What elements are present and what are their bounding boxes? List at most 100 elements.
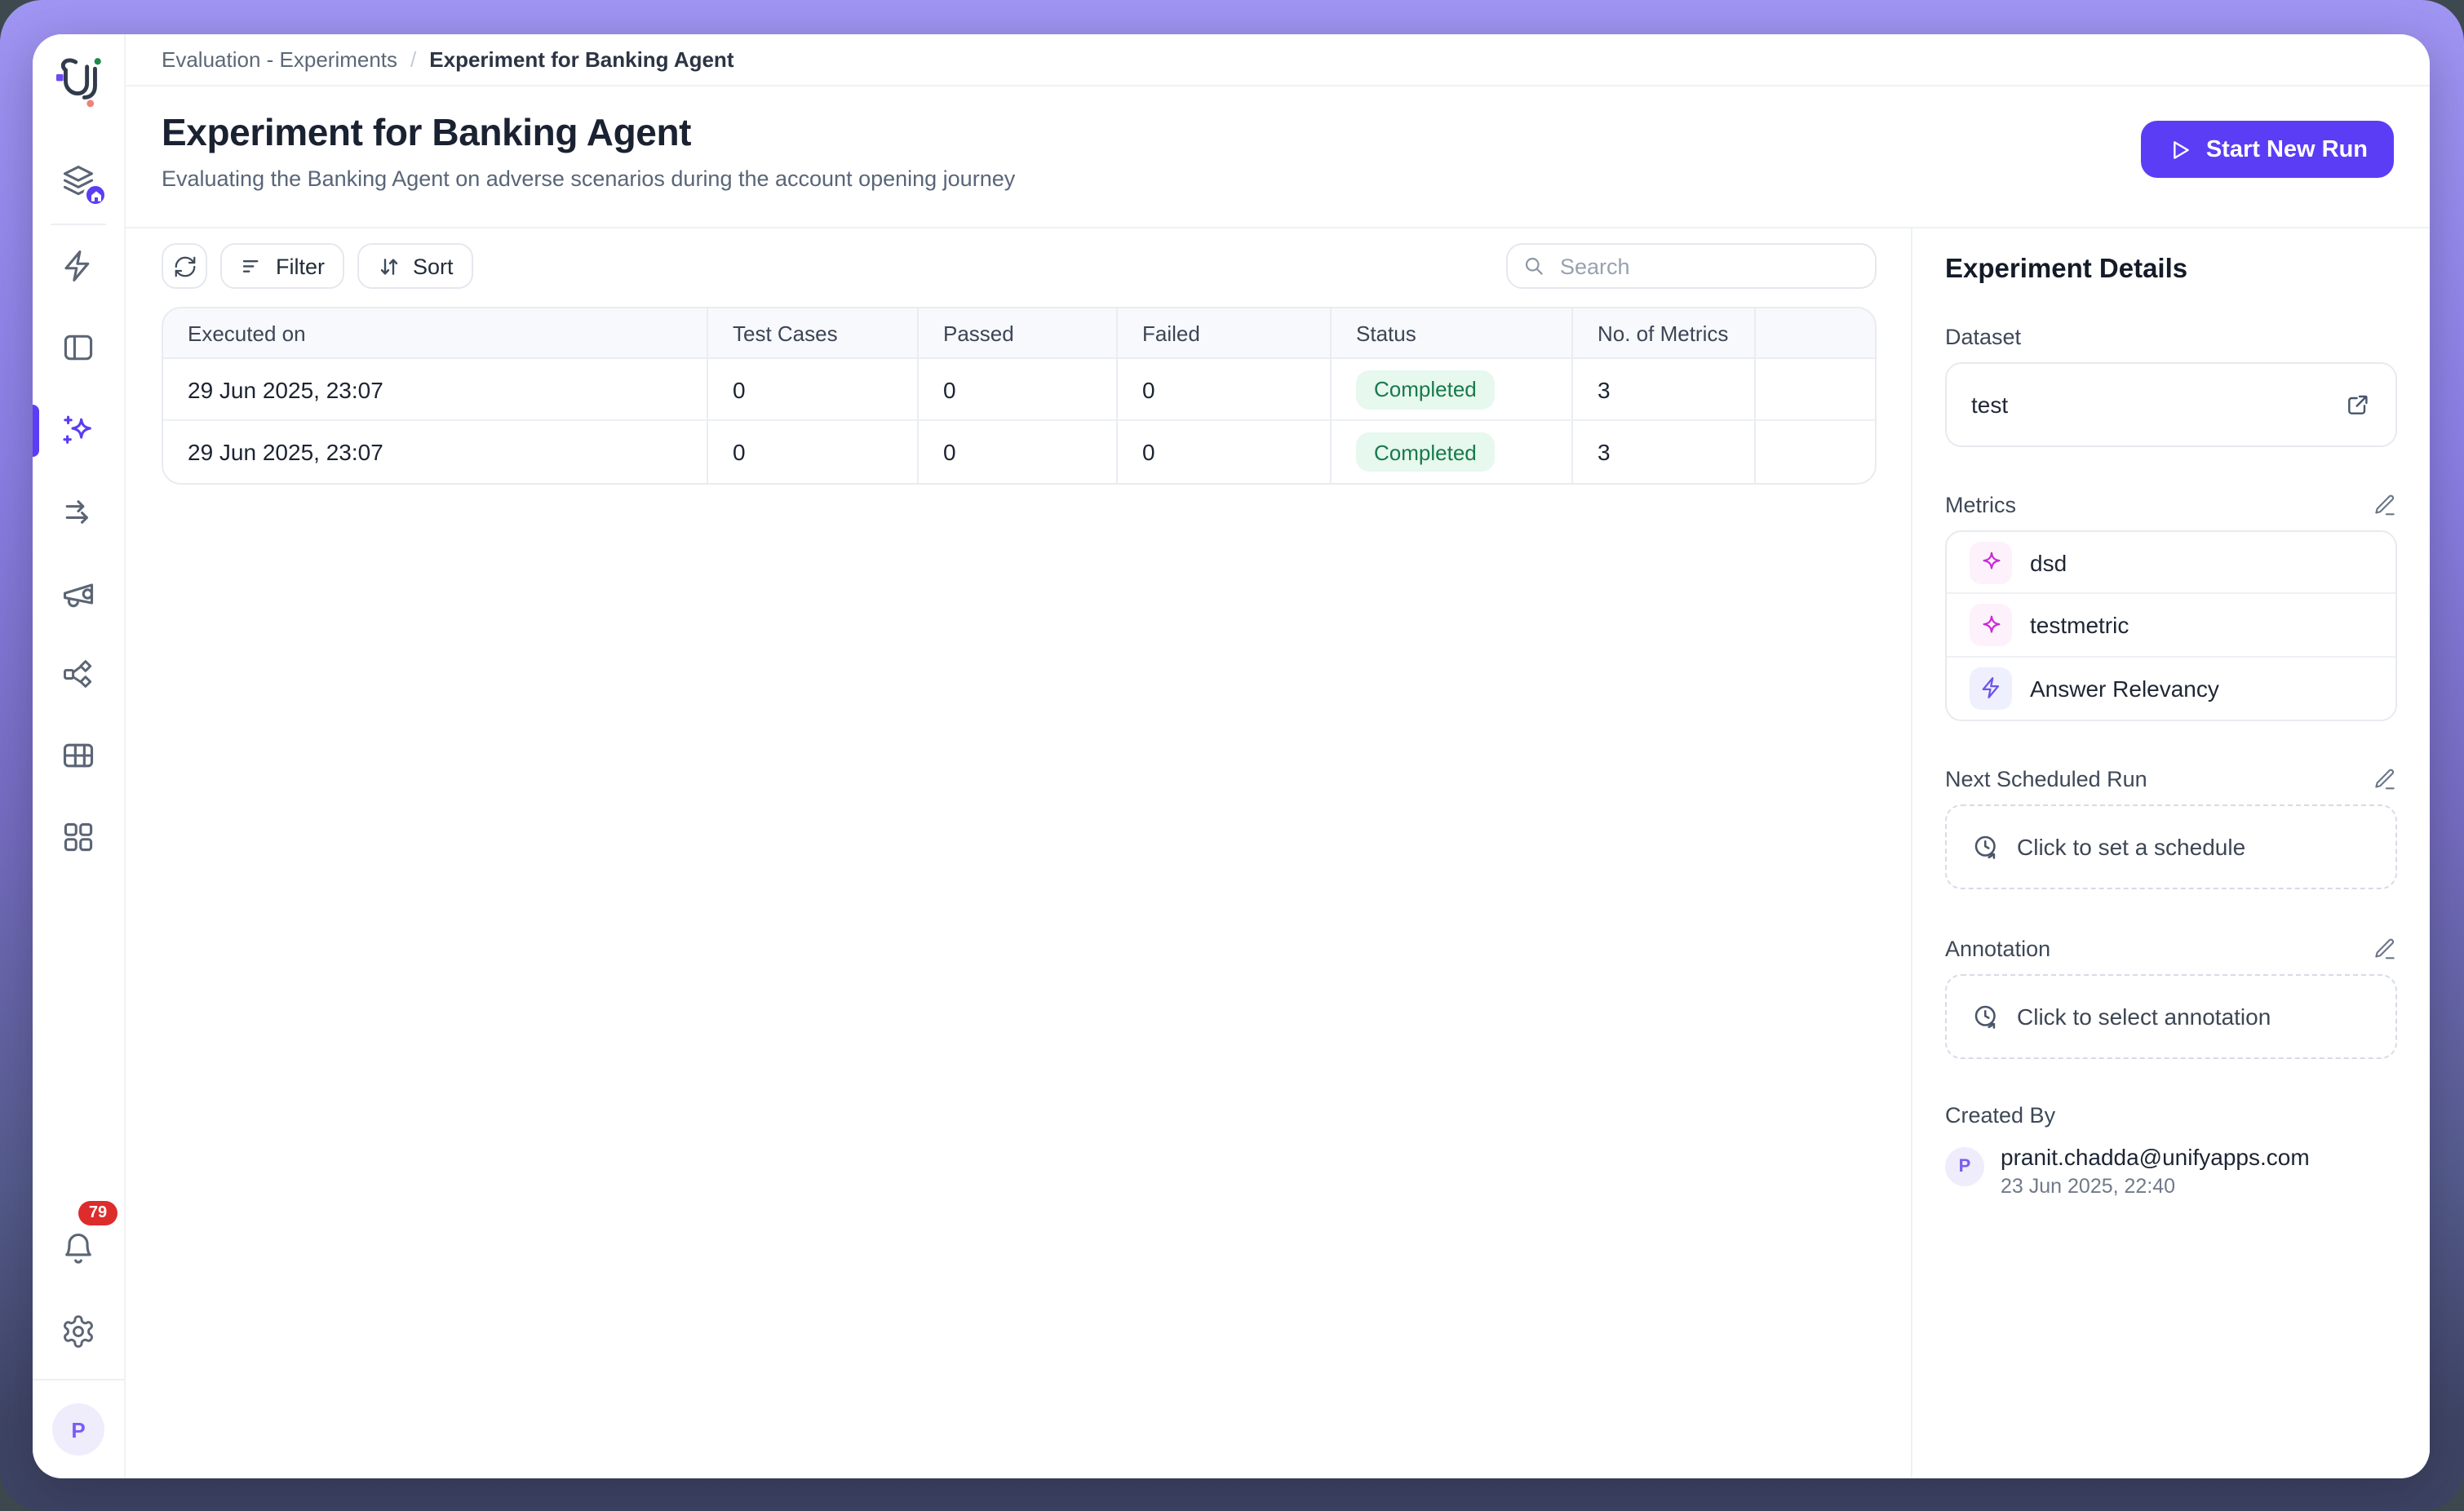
sort-button[interactable]: Sort: [357, 243, 473, 289]
col-passed: Passed: [919, 308, 1118, 359]
home-badge-icon: [83, 183, 108, 207]
runs-toolbar: Filter Sort: [162, 243, 1877, 289]
sparkle-star-icon: [1970, 541, 2012, 583]
set-schedule-button[interactable]: Click to set a schedule: [1945, 804, 2397, 889]
status-badge: Completed: [1356, 432, 1495, 472]
arrows-right-icon: [60, 494, 96, 530]
set-schedule-text: Click to set a schedule: [2017, 834, 2245, 860]
status-badge: Completed: [1356, 370, 1495, 409]
col-no-of-metrics: No. of Metrics: [1573, 308, 1756, 359]
metric-item[interactable]: Answer Relevancy: [1947, 658, 2395, 720]
sort-arrows-icon: [377, 254, 401, 278]
metrics-card: dsd testmetric: [1945, 530, 2397, 721]
cell-failed: 0: [1118, 421, 1332, 483]
refresh-icon: [172, 254, 197, 278]
breadcrumb-separator: /: [410, 47, 416, 72]
zap-icon: [60, 248, 96, 284]
sidebar-bottom-divider: [33, 1379, 124, 1380]
external-link-icon[interactable]: [2345, 392, 2371, 418]
cell-actions: [1756, 421, 1875, 483]
sidebar-item-ai-evaluation[interactable]: [60, 413, 96, 449]
refresh-button[interactable]: [162, 243, 207, 289]
start-new-run-label: Start New Run: [2206, 136, 2368, 162]
user-avatar[interactable]: P: [52, 1403, 104, 1456]
col-actions: [1756, 308, 1875, 359]
megaphone-icon: [60, 576, 96, 612]
search-box: [1506, 243, 1877, 289]
unify-logo-icon: [49, 51, 108, 110]
creator-date: 23 Jun 2025, 22:40: [2001, 1175, 2310, 1198]
app-window: 79 P Evaluation - E: [33, 34, 2430, 1478]
edit-metrics-icon[interactable]: [2373, 493, 2397, 517]
page-subtitle: Evaluating the Banking Agent on adverse …: [162, 166, 2394, 191]
metric-item[interactable]: dsd: [1947, 532, 2395, 595]
cell-metrics: 3: [1573, 359, 1756, 421]
bolt-icon: [1970, 667, 2012, 710]
filter-lines-icon: [240, 254, 264, 278]
notification-count-badge: 79: [78, 1201, 117, 1225]
cell-executed-on: 29 Jun 2025, 23:07: [163, 421, 708, 483]
sidebar-item-interfaces[interactable]: [60, 330, 96, 366]
cell-passed: 0: [919, 421, 1118, 483]
creator-avatar: P: [1945, 1147, 1984, 1186]
breadcrumb-current: Experiment for Banking Agent: [429, 47, 733, 72]
col-failed: Failed: [1118, 308, 1332, 359]
dataset-value: test: [1971, 392, 2008, 418]
start-new-run-button[interactable]: Start New Run: [2141, 121, 2394, 178]
panel-layout-icon: [60, 330, 96, 366]
search-icon: [1522, 255, 1545, 277]
col-executed-on: Executed on: [163, 308, 708, 359]
content-split: Filter Sort: [126, 228, 2430, 1478]
notifications-button[interactable]: [60, 1230, 96, 1266]
runs-table: Executed on Test Cases Passed Failed Sta…: [162, 307, 1877, 485]
cell-test-cases: 0: [708, 359, 919, 421]
cell-actions: [1756, 359, 1875, 421]
search-input[interactable]: [1557, 252, 1860, 280]
active-nav-indicator: [33, 405, 39, 457]
annotation-label: Annotation: [1945, 937, 2050, 961]
sidebar-item-workspace[interactable]: [60, 163, 96, 199]
data-table-icon: [60, 738, 96, 773]
app-logo[interactable]: [49, 51, 108, 118]
settings-button[interactable]: [60, 1314, 96, 1349]
metric-name: Answer Relevancy: [2030, 676, 2219, 702]
clock-annotation-icon: [1971, 1002, 2001, 1031]
sidebar-item-automations[interactable]: [60, 248, 96, 284]
next-scheduled-run-label: Next Scheduled Run: [1945, 767, 2147, 791]
select-annotation-text: Click to select annotation: [2017, 1004, 2271, 1030]
sidebar-divider: [51, 224, 106, 225]
experiment-details-panel: Experiment Details Dataset test: [1911, 228, 2430, 1478]
sidebar-item-campaigns[interactable]: [60, 576, 96, 612]
table-header-row: Executed on Test Cases Passed Failed Sta…: [163, 308, 1875, 359]
sidebar-item-flows[interactable]: [60, 494, 96, 530]
play-icon: [2167, 136, 2193, 162]
breadcrumb: Evaluation - Experiments / Experiment fo…: [126, 34, 2430, 86]
page-header: Experiment for Banking Agent Evaluating …: [126, 86, 2430, 228]
select-annotation-button[interactable]: Click to select annotation: [1945, 974, 2397, 1059]
cell-executed-on: 29 Jun 2025, 23:07: [163, 359, 708, 421]
sidebar-item-apps[interactable]: [60, 819, 96, 855]
edit-schedule-icon[interactable]: [2373, 767, 2397, 791]
edit-annotation-icon[interactable]: [2373, 937, 2397, 961]
metric-item[interactable]: testmetric: [1947, 595, 2395, 658]
table-row[interactable]: 29 Jun 2025, 23:07 0 0 0 Completed 3: [163, 421, 1875, 483]
breadcrumb-parent-link[interactable]: Evaluation - Experiments: [162, 47, 397, 72]
created-by-label: Created By: [1945, 1103, 2055, 1128]
table-row[interactable]: 29 Jun 2025, 23:07 0 0 0 Completed 3: [163, 359, 1875, 421]
sidebar-item-tables[interactable]: [60, 738, 96, 773]
cell-passed: 0: [919, 359, 1118, 421]
filter-button[interactable]: Filter: [220, 243, 344, 289]
clock-schedule-icon: [1971, 832, 2001, 862]
metric-name: testmetric: [2030, 612, 2129, 638]
sidebar-item-integrations[interactable]: [60, 656, 96, 692]
sort-label: Sort: [413, 254, 454, 278]
col-status: Status: [1332, 308, 1573, 359]
share-network-icon: [60, 656, 96, 692]
sparkle-star-icon: [1970, 604, 2012, 646]
col-test-cases: Test Cases: [708, 308, 919, 359]
creator-row: P pranit.chadda@unifyapps.com 23 Jun 202…: [1945, 1144, 2397, 1198]
sparkles-icon: [60, 413, 96, 449]
metric-name: dsd: [2030, 549, 2067, 575]
cell-test-cases: 0: [708, 421, 919, 483]
dataset-card[interactable]: test: [1945, 362, 2397, 447]
